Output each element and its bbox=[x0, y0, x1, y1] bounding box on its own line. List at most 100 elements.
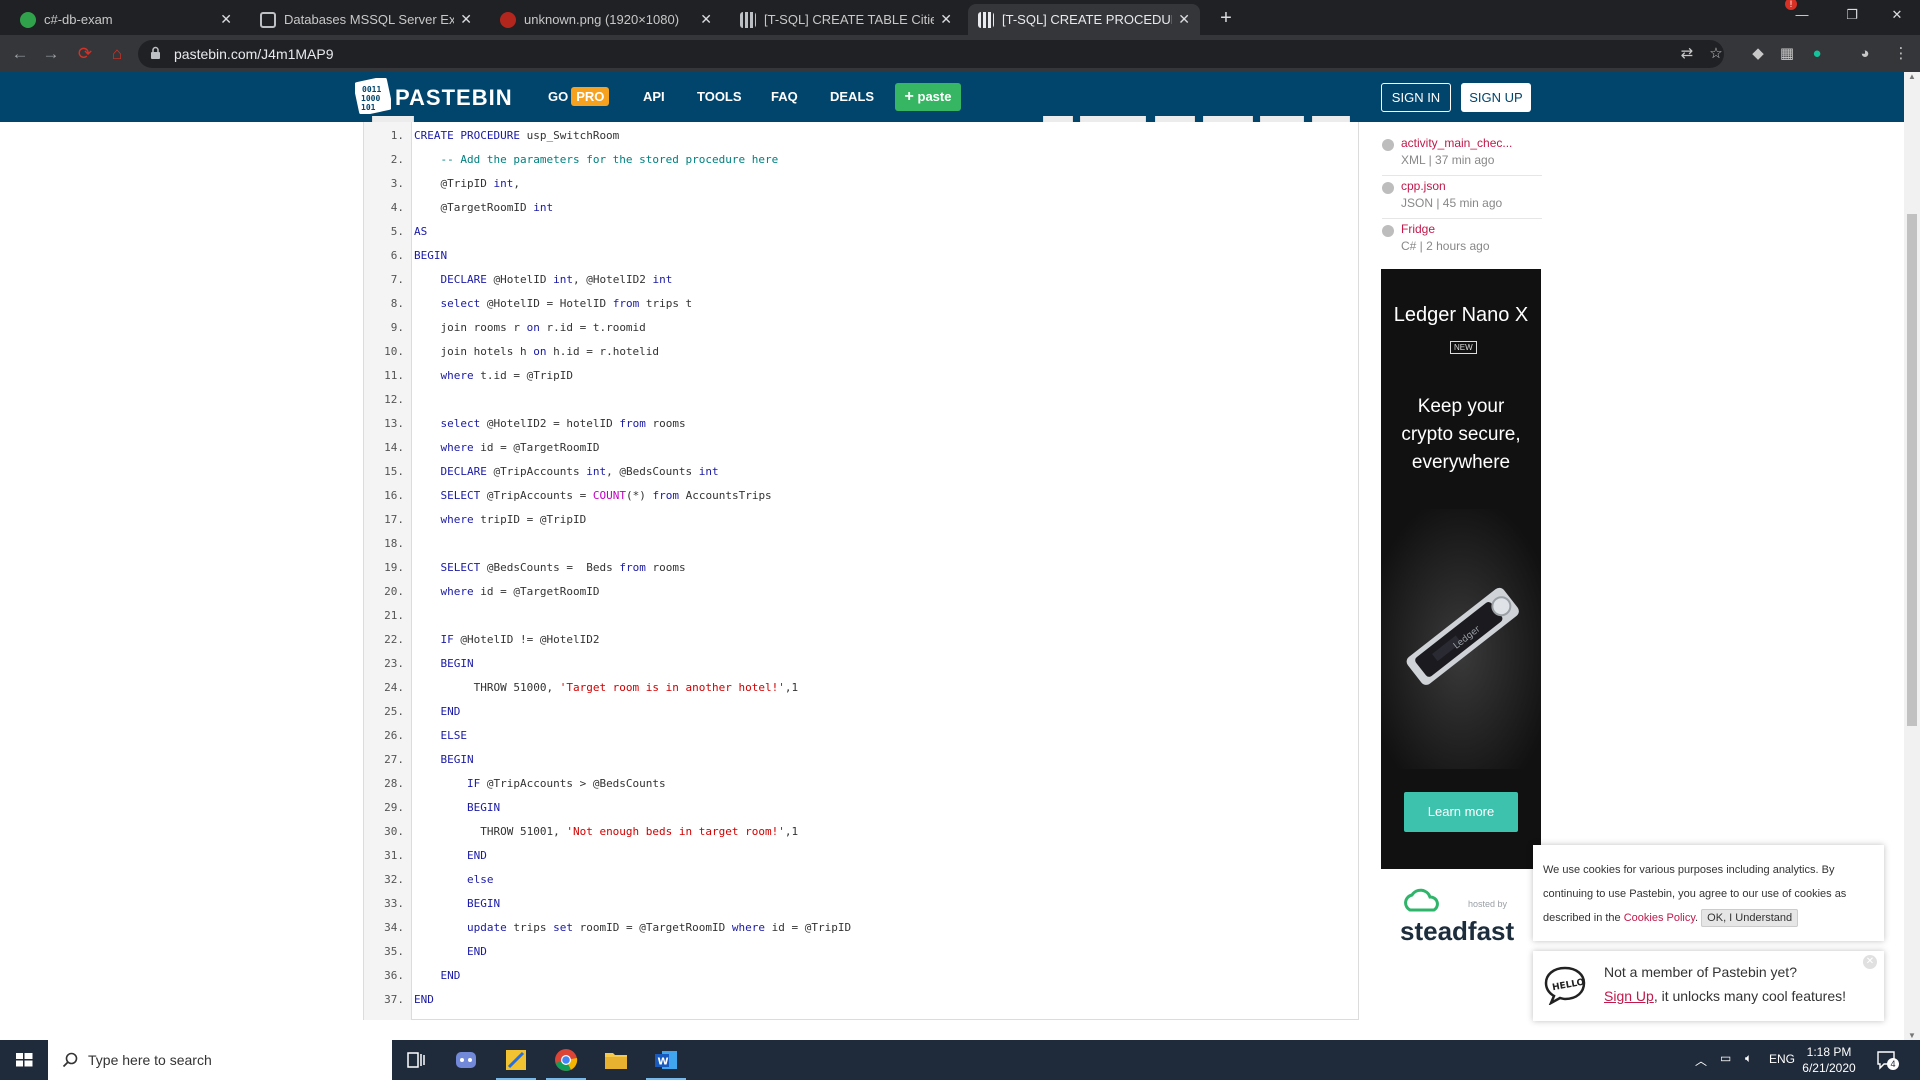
code-text: BEGIN bbox=[466, 897, 501, 910]
browser-tab[interactable]: unknown.png (1920×1080) ✕ bbox=[490, 4, 722, 35]
close-tab-icon[interactable]: ✕ bbox=[940, 11, 952, 28]
taskbar-clock[interactable]: 1:18 PM 6/21/2020 bbox=[1792, 1044, 1866, 1076]
paste-title-link[interactable]: Fridge bbox=[1401, 222, 1435, 236]
grammarly-icon[interactable]: ● bbox=[1807, 44, 1827, 64]
ad-headline-line: everywhere bbox=[1411, 452, 1511, 473]
browser-tab-active[interactable]: [T-SQL] CREATE PROCEDURE usp ✕ bbox=[968, 4, 1200, 35]
code-text: update trips set roomID = @TargetRoomID … bbox=[466, 921, 852, 934]
taskbar-discord[interactable] bbox=[442, 1040, 490, 1080]
line-number: 14. bbox=[384, 441, 404, 454]
taskbar-word[interactable]: W bbox=[642, 1040, 690, 1080]
code-line: 7. DECLARE @HotelID int, @HotelID2 int bbox=[364, 268, 1358, 292]
code-text: where t.id = @TripID bbox=[440, 369, 573, 382]
windows-start-icon[interactable] bbox=[0, 1040, 48, 1080]
line-number: 31. bbox=[384, 849, 404, 862]
browser-tab[interactable]: c#-db-exam ✕ bbox=[10, 4, 242, 35]
nav-faq[interactable]: FAQ bbox=[771, 89, 798, 104]
close-tab-icon[interactable]: ✕ bbox=[460, 11, 472, 28]
forward-arrow-icon[interactable]: → bbox=[40, 43, 62, 65]
line-number: 36. bbox=[384, 969, 404, 982]
taskbar-visual-studio-installer[interactable] bbox=[492, 1040, 540, 1080]
code-line: 19. SELECT @BedsCounts = Beds from rooms bbox=[364, 556, 1358, 580]
home-icon[interactable]: ⌂ bbox=[106, 43, 128, 65]
paste-title-link[interactable]: activity_main_chec... bbox=[1401, 136, 1512, 150]
paste-title-link[interactable]: cpp.json bbox=[1401, 179, 1446, 193]
scroll-up-arrow-icon[interactable]: ▲ bbox=[1908, 72, 1916, 81]
public-paste-item[interactable]: activity_main_chec... XML | 37 min ago bbox=[1382, 136, 1542, 176]
code-text: END bbox=[440, 705, 461, 718]
close-window-button[interactable]: ✕ bbox=[1874, 0, 1920, 30]
close-tab-icon[interactable]: ✕ bbox=[1178, 11, 1190, 28]
nav-api[interactable]: API bbox=[643, 89, 665, 104]
cookie-accept-button[interactable]: OK, I Understand bbox=[1701, 909, 1799, 927]
code-viewer: 1. CREATE PROCEDURE usp_SwitchRoom 2. -- A… bbox=[363, 122, 1359, 1020]
sign-in-button[interactable]: SIGN IN bbox=[1381, 83, 1451, 112]
back-arrow-icon[interactable]: ← bbox=[9, 43, 31, 65]
sign-up-button[interactable]: SIGN UP bbox=[1461, 83, 1531, 112]
close-tab-icon[interactable]: ✕ bbox=[700, 11, 712, 28]
pastebin-wordmark[interactable]: PASTEBIN bbox=[395, 85, 513, 111]
cookies-policy-link[interactable]: Cookies Policy bbox=[1624, 912, 1695, 924]
reload-icon[interactable]: ⟳ bbox=[74, 43, 96, 65]
line-number: 30. bbox=[384, 825, 404, 838]
minimize-button[interactable]: ! — bbox=[1779, 0, 1825, 30]
code-line: 9. join rooms r on r.id = t.roomid bbox=[364, 316, 1358, 340]
task-view-icon bbox=[407, 1052, 425, 1068]
menu-dots-icon[interactable]: ⋮ bbox=[1891, 44, 1911, 64]
restore-icon: ❐ bbox=[1846, 7, 1858, 22]
line-number: 23. bbox=[384, 657, 404, 670]
hello-speech-bubble-icon: HELLO bbox=[1544, 966, 1586, 1005]
browser-tab[interactable]: Databases MSSQL Server Exam ✕ bbox=[250, 4, 482, 35]
browser-toolbar: ← → ⟳ ⌂ pastebin.com/J4m1MAP9 ⇄ ☆ ◆ ▦ ● … bbox=[0, 35, 1920, 72]
network-icon[interactable]: ▭ bbox=[1720, 1051, 1731, 1065]
volume-icon[interactable]: 🔈︎ bbox=[1745, 1051, 1752, 1066]
public-paste-item[interactable]: cpp.json JSON | 45 min ago bbox=[1382, 179, 1542, 219]
code-line: 30. THROW 51001, 'Not enough beds in tar… bbox=[364, 820, 1358, 844]
translate-icon[interactable]: ⇄ bbox=[1677, 44, 1697, 64]
show-hidden-icons-chevron-icon[interactable]: ︿ bbox=[1695, 1052, 1707, 1069]
code-line: 24. THROW 51000, 'Target room is in anot… bbox=[364, 676, 1358, 700]
ledger-advertisement[interactable]: Ledger Nano X NEW Keep your crypto secur… bbox=[1381, 269, 1541, 869]
code-text: BEGIN bbox=[440, 657, 474, 670]
extension-icon[interactable]: ◆ bbox=[1748, 44, 1768, 64]
scroll-down-arrow-icon[interactable]: ▼ bbox=[1908, 1031, 1916, 1040]
profile-avatar-icon[interactable]: ◕ bbox=[1855, 44, 1875, 64]
minimize-icon: — bbox=[1795, 7, 1809, 22]
code-text: SELECT @BedsCounts = Beds from rooms bbox=[440, 561, 686, 574]
address-bar[interactable]: pastebin.com/J4m1MAP9 bbox=[138, 40, 1724, 68]
divider bbox=[1382, 175, 1542, 176]
popup-sign-up-link[interactable]: Sign Up bbox=[1604, 988, 1654, 1004]
taskbar-chrome[interactable] bbox=[542, 1040, 590, 1080]
line-number: 26. bbox=[384, 729, 404, 742]
nav-deals[interactable]: DEALS bbox=[830, 89, 874, 104]
bookmark-star-icon[interactable]: ☆ bbox=[1706, 44, 1726, 64]
code-text: DECLARE @HotelID int, @HotelID2 int bbox=[440, 273, 673, 286]
task-view-button[interactable] bbox=[392, 1040, 440, 1080]
scrollbar-thumb[interactable] bbox=[1907, 214, 1917, 726]
taskbar-search-box[interactable]: Type here to search bbox=[48, 1040, 392, 1080]
browser-tab[interactable]: [T-SQL] CREATE TABLE Cities ( Id ✕ bbox=[730, 4, 962, 35]
close-popup-icon[interactable]: ✕ bbox=[1863, 955, 1877, 969]
learn-more-button[interactable]: Learn more bbox=[1404, 792, 1518, 832]
divider bbox=[1382, 218, 1542, 219]
discord-icon bbox=[456, 1052, 476, 1068]
code-text: -- Add the parameters for the stored pro… bbox=[440, 153, 779, 166]
line-number: 4. bbox=[390, 201, 404, 214]
line-number: 20. bbox=[384, 585, 404, 598]
new-paste-button[interactable]: + paste bbox=[895, 83, 961, 111]
new-tab-button[interactable]: + bbox=[1214, 7, 1238, 31]
hello-text: HELLO bbox=[1552, 978, 1586, 994]
nav-tools[interactable]: TOOLS bbox=[697, 89, 742, 104]
notification-count-badge: 4 bbox=[1887, 1058, 1899, 1070]
public-paste-item[interactable]: Fridge C# | 2 hours ago bbox=[1382, 222, 1542, 262]
close-tab-icon[interactable]: ✕ bbox=[220, 11, 232, 28]
nav-go-pro[interactable]: GO PRO bbox=[548, 87, 610, 106]
action-center-button[interactable]: 4 bbox=[1876, 1050, 1899, 1070]
restore-button[interactable]: ❐ bbox=[1829, 0, 1875, 30]
taskbar-file-explorer[interactable] bbox=[592, 1040, 640, 1080]
word-icon: W bbox=[655, 1051, 677, 1069]
pastebin-logo-icon[interactable]: 0011 1000 101 bbox=[355, 78, 391, 114]
steadfast-logo-text[interactable]: steadfast bbox=[1400, 916, 1514, 947]
line-number: 33. bbox=[384, 897, 404, 910]
extension-grid-icon[interactable]: ▦ bbox=[1777, 44, 1797, 64]
